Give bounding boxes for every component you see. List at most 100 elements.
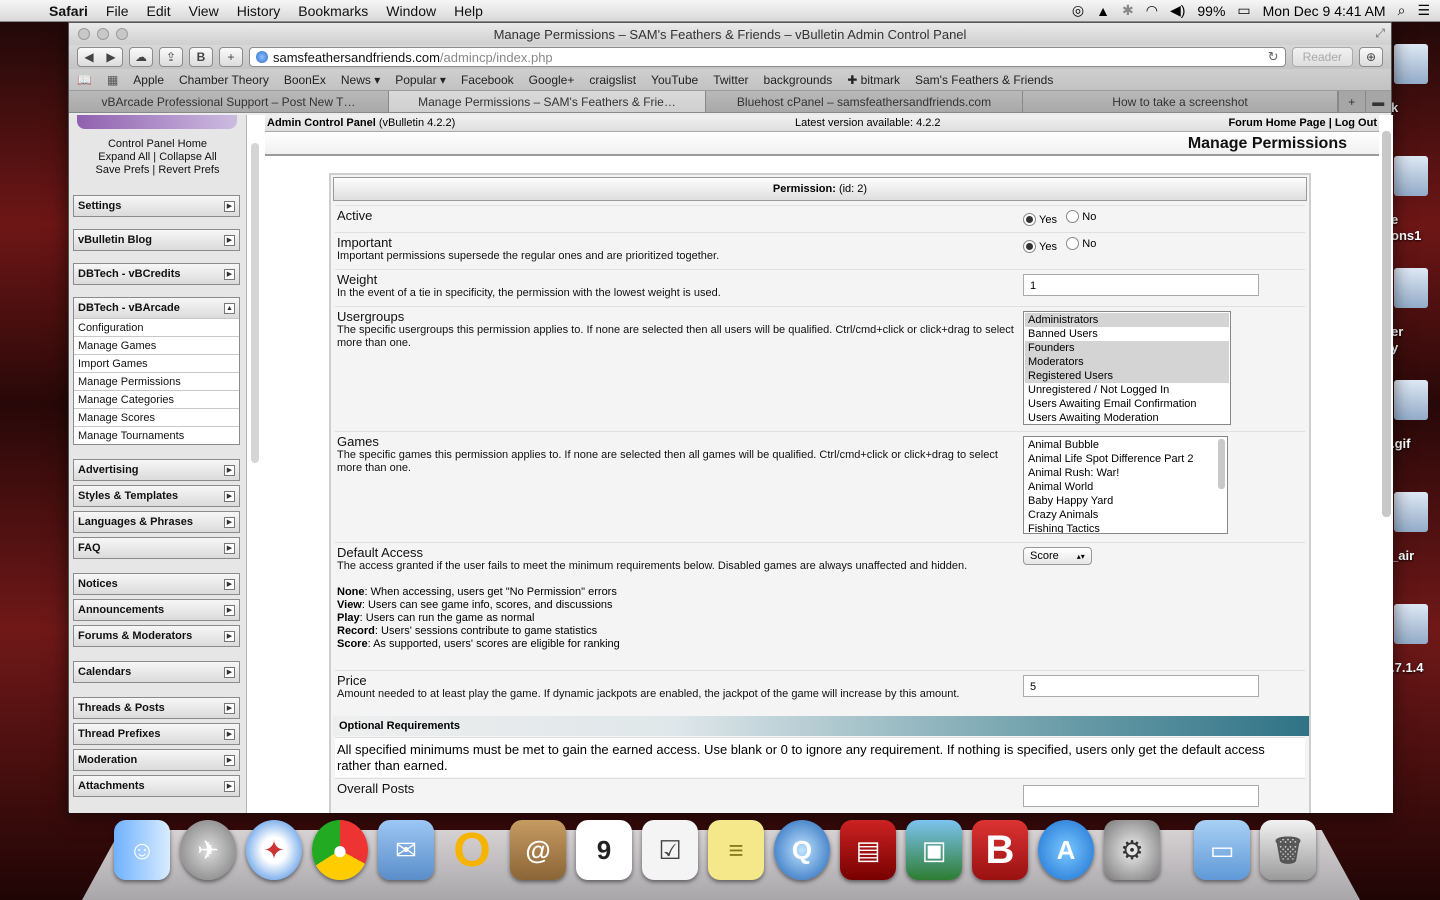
menu-window[interactable]: Window — [377, 3, 445, 19]
close-window-button[interactable] — [78, 28, 90, 40]
bookmark-google-plus[interactable]: Google+ — [529, 73, 575, 87]
revert-prefs-link[interactable]: Revert Prefs — [158, 164, 219, 176]
tab-overview-button[interactable]: ▬ — [1364, 91, 1392, 112]
usergroup-option[interactable]: Registered Users — [1025, 369, 1229, 383]
contacts-icon[interactable]: @ — [510, 820, 566, 880]
active-no-radio[interactable]: No — [1066, 210, 1096, 223]
usergroup-option[interactable]: Administrators — [1025, 313, 1229, 327]
expand-arrow-icon[interactable]: ▶ — [224, 728, 235, 740]
active-yes-radio[interactable]: Yes — [1023, 213, 1057, 226]
usergroup-option[interactable]: Users Awaiting Email Confirmation — [1025, 397, 1229, 411]
icloud-tabs-button[interactable]: ☁ — [129, 47, 153, 67]
usergroup-option[interactable]: Founders — [1025, 341, 1229, 355]
expand-arrow-icon[interactable]: ▶ — [224, 780, 235, 792]
reader-button[interactable]: Reader — [1291, 47, 1353, 67]
bookmark-news[interactable]: News ▾ — [341, 73, 380, 87]
nav-item[interactable]: Manage Tournaments — [74, 426, 239, 444]
expand-arrow-icon[interactable]: ▶ — [224, 490, 235, 502]
menu-app-name[interactable]: Safari — [40, 3, 97, 19]
nav-group-header[interactable]: Forums & Moderators ▶ — [74, 626, 239, 646]
quicktime-icon[interactable]: Q — [774, 820, 830, 880]
battery-percent[interactable]: 99% — [1197, 3, 1225, 19]
tab-screenshot-howto[interactable]: How to take a screenshot — [1023, 91, 1338, 112]
expand-all-link[interactable]: Expand All — [98, 151, 150, 163]
game-option[interactable]: Crazy Animals — [1025, 508, 1226, 522]
expand-arrow-icon[interactable]: ▶ — [224, 754, 235, 766]
menu-bookmarks[interactable]: Bookmarks — [289, 3, 377, 19]
expand-arrow-icon[interactable]: ▶ — [224, 630, 235, 642]
minimize-window-button[interactable] — [97, 28, 109, 40]
bookmark-youtube[interactable]: YouTube — [651, 73, 698, 87]
mail-icon[interactable]: ✉ — [378, 820, 434, 880]
notification-center-icon[interactable]: ☰ — [1417, 2, 1430, 19]
nav-group-header[interactable]: Notices ▶ — [74, 574, 239, 594]
tab-bluehost-cpanel[interactable]: Bluehost cPanel – samsfeathersandfriends… — [706, 91, 1023, 112]
usergroup-option[interactable]: Banned Users — [1025, 327, 1229, 341]
nav-item[interactable]: Manage Games — [74, 336, 239, 354]
volume-icon[interactable]: ◀) — [1170, 2, 1185, 19]
bookmark-bitmark[interactable]: ✚ bitmark — [847, 73, 900, 87]
bookmark-facebook[interactable]: Facebook — [461, 73, 514, 87]
page-scrollbar[interactable] — [1382, 131, 1391, 517]
desktop-file-icon[interactable] — [1394, 492, 1428, 532]
nav-group-header[interactable]: Announcements ▶ — [74, 600, 239, 620]
menu-view[interactable]: View — [180, 3, 228, 19]
collapse-all-link[interactable]: Collapse All — [159, 151, 216, 163]
fullscreen-icon[interactable]: ⤢ — [1375, 26, 1385, 41]
menu-history[interactable]: History — [228, 3, 290, 19]
game-option[interactable]: Animal Bubble — [1025, 438, 1226, 452]
share-button[interactable]: ⇪ — [159, 47, 183, 67]
finder-icon[interactable]: ☺ — [114, 820, 170, 880]
games-listbox[interactable]: Animal Bubble Animal Life Spot Difference… — [1023, 436, 1228, 534]
control-panel-home-link[interactable]: Control Panel Home — [108, 138, 207, 150]
launchpad-icon[interactable]: ✈ — [180, 820, 236, 880]
nav-item[interactable]: Manage Scores — [74, 408, 239, 426]
expand-arrow-icon[interactable]: ▶ — [224, 234, 235, 246]
nav-group-header[interactable]: DBTech - vBCredits ▶ — [74, 264, 239, 284]
downloads-button[interactable]: ⊕ — [1359, 47, 1383, 67]
nav-group-header[interactable]: Styles & Templates ▶ — [74, 486, 239, 506]
game-option[interactable]: Baby Happy Yard — [1025, 494, 1226, 508]
usergroups-listbox[interactable]: Administrators Banned Users Founders Modera… — [1023, 311, 1231, 425]
tab-vbarcade-support[interactable]: vBArcade Professional Support – Post New… — [69, 91, 389, 112]
bookmark-boonex[interactable]: BoonEx — [284, 73, 326, 87]
overall-posts-input[interactable] — [1023, 785, 1259, 807]
forum-home-link[interactable]: Forum Home Page — [1228, 117, 1325, 129]
nav-group-header[interactable]: vBulletin Blog ▶ — [74, 230, 239, 250]
game-option[interactable]: Animal Rush: War! — [1025, 466, 1226, 480]
games-scrollbar[interactable] — [1218, 439, 1225, 489]
zoom-window-button[interactable] — [116, 28, 128, 40]
clock[interactable]: Mon Dec 9 4:41 AM — [1263, 3, 1386, 19]
safari-icon[interactable]: ✦ — [246, 820, 302, 880]
nav-group-header[interactable]: Languages & Phrases ▶ — [74, 512, 239, 532]
desktop-file-icon[interactable] — [1394, 268, 1428, 308]
collapse-arrow-icon[interactable]: ▲ — [224, 302, 235, 314]
system-preferences-icon[interactable]: ⚙ — [1104, 820, 1160, 880]
bookmark-popular[interactable]: Popular ▾ — [395, 73, 446, 87]
menu-edit[interactable]: Edit — [137, 3, 179, 19]
trash-icon[interactable]: 🗑 — [1260, 820, 1316, 880]
nav-group-header[interactable]: Moderation ▶ — [74, 750, 239, 770]
app-store-icon[interactable]: A — [1038, 820, 1094, 880]
bluetooth-icon[interactable]: ✱ — [1122, 2, 1134, 19]
tab-manage-permissions[interactable]: Manage Permissions – SAM's Feathers & Fr… — [389, 91, 706, 112]
desktop-file-icon[interactable] — [1394, 44, 1428, 84]
photo-booth-icon[interactable]: ▤ — [840, 820, 896, 880]
game-option[interactable]: Animal Life Spot Difference Part 2 — [1025, 452, 1226, 466]
top-sites-icon[interactable]: ▦ — [107, 73, 118, 87]
nav-group-header[interactable]: Advertising ▶ — [74, 460, 239, 480]
weight-input[interactable]: 1 — [1023, 274, 1259, 296]
expand-arrow-icon[interactable]: ▶ — [224, 516, 235, 528]
desktop-file-icon[interactable] — [1394, 156, 1428, 196]
usergroup-option[interactable]: Moderators — [1025, 355, 1229, 369]
add-bookmark-button[interactable]: + — [219, 47, 243, 67]
downloads-stack-icon[interactable]: ▭ — [1194, 820, 1250, 880]
bookmark-sams-feathers[interactable]: Sam's Feathers & Friends — [915, 73, 1053, 87]
expand-arrow-icon[interactable]: ▶ — [224, 604, 235, 616]
nav-item[interactable]: Import Games — [74, 354, 239, 372]
sidebar-scrollbar[interactable] — [251, 143, 259, 463]
opera-icon[interactable]: O — [444, 820, 500, 880]
expand-arrow-icon[interactable]: ▶ — [224, 542, 235, 554]
desktop-file-icon[interactable] — [1394, 380, 1428, 420]
menu-help[interactable]: Help — [445, 3, 492, 19]
